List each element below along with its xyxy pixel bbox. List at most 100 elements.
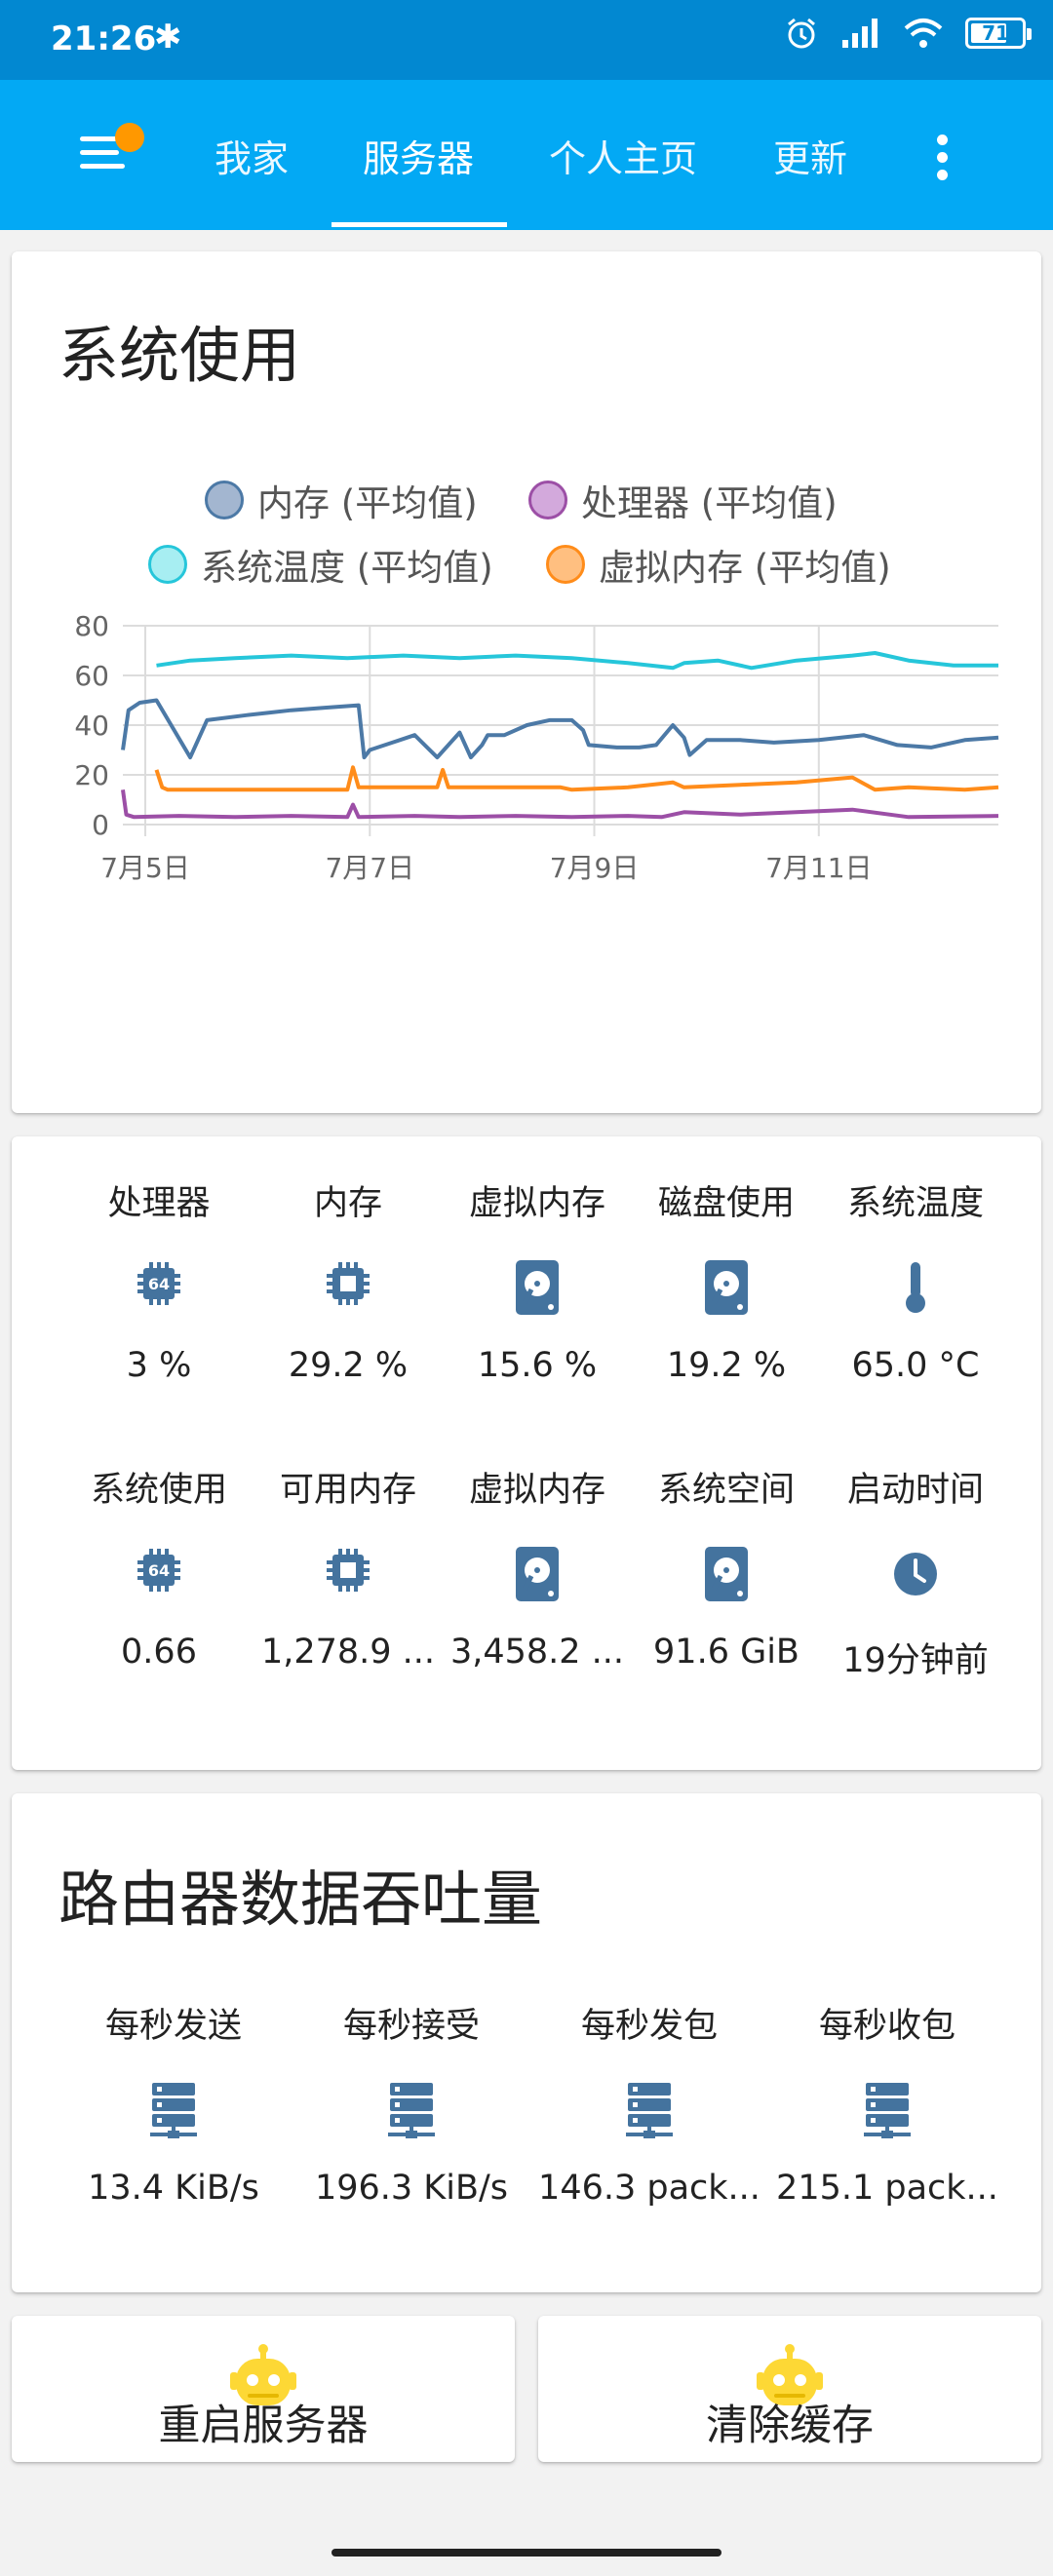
series-line-2 — [156, 651, 998, 671]
stat-label: 可用内存 — [279, 1471, 416, 1510]
stat-value: 19.2 % — [666, 1346, 787, 1385]
status-icons: 71 — [784, 16, 1032, 51]
server-network-icon — [862, 2081, 913, 2139]
memory-chip-icon — [323, 1545, 373, 1603]
status-bar: 21:26 ✱ 71 — [0, 0, 1053, 80]
home-indicator[interactable] — [332, 2549, 722, 2557]
legend-swatch — [205, 481, 244, 519]
svg-text:64: 64 — [148, 1561, 170, 1580]
legend-label: 处理器 (平均值) — [581, 482, 838, 524]
stat-value: 196.3 KiB/s — [314, 2169, 509, 2208]
stat-label: 每秒发包 — [580, 2007, 718, 2046]
more-icon-dot — [937, 135, 948, 145]
stat-tile[interactable]: 内存 29.2 % — [254, 1175, 443, 1385]
legend-item-cpu[interactable]: 处理器 (平均值) — [528, 474, 838, 526]
clock-icon — [890, 1545, 941, 1603]
y-tick-label: 60 — [74, 660, 109, 692]
tab-server[interactable]: 服务器 — [363, 129, 474, 182]
stat-value: 3 % — [126, 1346, 192, 1385]
stat-tile[interactable]: 虚拟内存 3,458.2 ... — [443, 1462, 632, 1672]
action-label: 清除缓存 — [706, 2402, 874, 2450]
stat-value: 65.0 °C — [851, 1346, 980, 1385]
stat-tile[interactable]: 可用内存 1,278.9 ... — [254, 1462, 443, 1672]
overflow-menu-button[interactable] — [934, 131, 950, 181]
tab-updates[interactable]: 更新 — [773, 129, 847, 182]
stat-label: 每秒收包 — [818, 2007, 956, 2046]
legend-label: 系统温度 (平均值) — [201, 547, 493, 589]
clear-cache-button[interactable]: 清除缓存 — [538, 2316, 1041, 2462]
harddisk-icon — [701, 1545, 752, 1603]
x-tick-label: 7月5日 — [100, 852, 190, 884]
battery-tip — [1027, 28, 1032, 40]
x-tick-label: 7月11日 — [765, 852, 872, 884]
x-tick-label: 7月9日 — [550, 852, 640, 884]
stat-label: 虚拟内存 — [468, 1471, 605, 1510]
battery-percent: 71 — [982, 21, 1009, 45]
stat-value: 13.4 KiB/s — [88, 2169, 259, 2208]
stat-label: 系统温度 — [846, 1184, 984, 1223]
legend-item-swap[interactable]: 虚拟内存 (平均值) — [546, 538, 891, 591]
signal-icon — [842, 19, 878, 48]
stat-label: 系统使用 — [90, 1471, 227, 1510]
stat-tile[interactable]: 系统使用 64 0.66 — [64, 1462, 254, 1672]
stat-value: 146.3 pack... — [538, 2169, 760, 2208]
router-stat-tile[interactable]: 每秒接受 196.3 KiB/s — [292, 1998, 530, 2208]
stat-tile[interactable]: 启动时间 19分钟前 — [821, 1462, 1010, 1682]
cpu-64-icon: 64 — [134, 1258, 184, 1317]
stat-label: 内存 — [313, 1184, 382, 1223]
stat-tile[interactable]: 处理器 64 3 % — [64, 1175, 254, 1385]
more-icon-dot — [937, 152, 948, 163]
server-network-icon — [624, 2081, 675, 2139]
stat-tile[interactable]: 系统温度 65.0 °C — [821, 1175, 1010, 1385]
active-tab-indicator — [332, 222, 507, 227]
menu-icon-bar — [80, 164, 125, 169]
restart-server-button[interactable]: 重启服务器 — [12, 2316, 515, 2462]
stat-value: 29.2 % — [288, 1346, 409, 1385]
stat-value: 215.1 pack... — [776, 2169, 998, 2208]
router-stat-tile[interactable]: 每秒收包 215.1 pack... — [768, 1998, 1006, 2208]
status-time: 21:26 — [51, 19, 157, 58]
legend-item-temperature[interactable]: 系统温度 (平均值) — [148, 538, 493, 591]
tab-profile[interactable]: 个人主页 — [549, 129, 697, 182]
wifi-icon — [904, 19, 943, 48]
router-stat-tile[interactable]: 每秒发包 146.3 pack... — [530, 1998, 768, 2208]
stat-label: 每秒接受 — [342, 2007, 480, 2046]
stat-value: 91.6 GiB — [653, 1633, 800, 1672]
harddisk-icon — [701, 1258, 752, 1317]
legend-swatch — [546, 545, 585, 584]
y-tick-label: 40 — [74, 710, 109, 742]
series-line-3 — [154, 765, 999, 792]
stat-value: 1,278.9 ... — [260, 1633, 436, 1672]
server-network-icon — [148, 2081, 199, 2139]
stat-tile[interactable]: 虚拟内存 15.6 % — [443, 1175, 632, 1385]
stat-value: 0.66 — [121, 1633, 197, 1672]
stats-card: 处理器 64 3 % 内存 29.2 % 虚拟内存 15.6 % 磁盘使用 19.2 % 系统温度… — [12, 1136, 1041, 1770]
more-icon-dot — [937, 170, 948, 180]
router-stat-tile[interactable]: 每秒发送 13.4 KiB/s — [55, 1998, 292, 2208]
stat-label: 系统空间 — [657, 1471, 795, 1510]
card-title: 路由器数据吞吐量 — [58, 1864, 543, 1935]
y-tick-label: 80 — [74, 612, 109, 642]
stat-tile[interactable]: 系统空间 91.6 GiB — [632, 1462, 821, 1672]
svg-text:64: 64 — [148, 1275, 170, 1293]
router-throughput-card: 路由器数据吞吐量 每秒发送 13.4 KiB/s 每秒接受 196.3 KiB/s 每秒… — [12, 1793, 1041, 2292]
y-tick-label: 0 — [92, 809, 109, 841]
legend-label: 虚拟内存 (平均值) — [599, 547, 891, 589]
tab-home[interactable]: 我家 — [214, 129, 289, 182]
stat-label: 启动时间 — [846, 1471, 984, 1510]
x-tick-label: 7月7日 — [325, 852, 414, 884]
usage-chart[interactable]: 0 20 40 60 80 7月5日 7月7日 7月9日 7月11日 — [12, 612, 1041, 1070]
y-tick-label: 20 — [74, 759, 109, 791]
cpu-64-icon: 64 — [134, 1545, 184, 1603]
stat-label: 磁盘使用 — [657, 1184, 795, 1223]
alarm-icon — [788, 18, 815, 49]
stat-tile[interactable]: 磁盘使用 19.2 % — [632, 1175, 821, 1385]
thermometer-icon — [890, 1258, 941, 1317]
battery-icon: 71 — [965, 18, 1032, 49]
stat-label: 处理器 — [107, 1184, 211, 1223]
memory-chip-icon — [323, 1258, 373, 1317]
harddisk-icon — [512, 1258, 563, 1317]
legend-item-memory[interactable]: 内存 (平均值) — [205, 474, 478, 526]
legend-swatch — [148, 545, 187, 584]
menu-button[interactable] — [80, 123, 144, 175]
